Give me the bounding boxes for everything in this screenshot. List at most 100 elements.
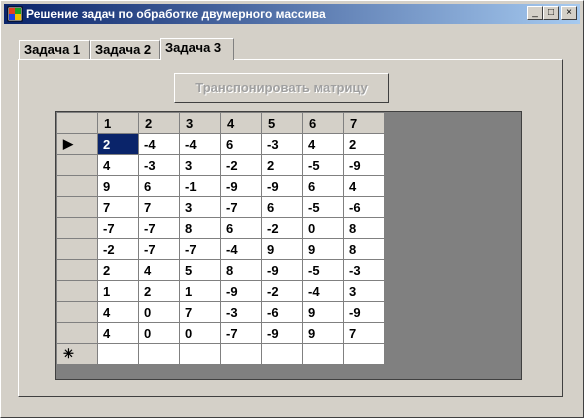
grid-cell[interactable]: 4 (97, 301, 139, 323)
grid-cell[interactable]: 4 (343, 175, 385, 197)
grid-cell[interactable]: 7 (179, 301, 221, 323)
grid-cell[interactable]: -2 (97, 238, 139, 260)
grid-cell[interactable]: -2 (220, 154, 262, 176)
new-row-cell[interactable] (261, 343, 303, 365)
column-header-2[interactable]: 2 (138, 112, 180, 134)
grid-cell[interactable]: 6 (220, 133, 262, 155)
grid-cell[interactable]: 9 (261, 238, 303, 260)
column-header-5[interactable]: 5 (261, 112, 303, 134)
grid-cell[interactable]: 6 (138, 175, 180, 197)
grid-cell[interactable]: 9 (302, 301, 344, 323)
grid-cell[interactable]: 9 (97, 175, 139, 197)
new-row-indicator[interactable]: ✳ (56, 343, 98, 365)
grid-cell[interactable]: 9 (302, 322, 344, 344)
grid-cell[interactable]: 6 (220, 217, 262, 239)
column-header-4[interactable]: 4 (220, 112, 262, 134)
grid-cell[interactable]: -9 (220, 280, 262, 302)
grid-cell[interactable]: -9 (220, 175, 262, 197)
grid-cell[interactable]: 5 (179, 259, 221, 281)
grid-cell[interactable]: 2 (97, 133, 139, 155)
new-row-cell[interactable] (138, 343, 180, 365)
grid-cell[interactable]: -3 (343, 259, 385, 281)
grid-cell[interactable]: 0 (179, 322, 221, 344)
grid-cell[interactable]: 1 (97, 280, 139, 302)
row-header[interactable] (56, 238, 98, 260)
grid-cell[interactable]: 8 (343, 217, 385, 239)
grid-cell[interactable]: 6 (302, 175, 344, 197)
grid-cell[interactable]: -3 (138, 154, 180, 176)
grid-cell[interactable]: 2 (97, 259, 139, 281)
row-header[interactable] (56, 322, 98, 344)
transpose-button[interactable]: Транспонировать матрицу (174, 73, 389, 103)
grid-cell[interactable]: 2 (138, 280, 180, 302)
grid-cell[interactable]: 3 (179, 196, 221, 218)
grid-cell[interactable]: 3 (343, 280, 385, 302)
grid-cell[interactable]: 8 (179, 217, 221, 239)
grid-cell[interactable]: 2 (343, 133, 385, 155)
grid-cell[interactable]: -7 (220, 322, 262, 344)
grid-cell[interactable]: -4 (302, 280, 344, 302)
row-header[interactable] (56, 280, 98, 302)
grid-cell[interactable]: 4 (97, 322, 139, 344)
grid-cell[interactable]: -3 (261, 133, 303, 155)
grid-cell[interactable]: -3 (220, 301, 262, 323)
current-row-indicator[interactable]: ▶ (56, 133, 98, 155)
grid-cell[interactable]: -9 (261, 175, 303, 197)
grid-cell[interactable]: -5 (302, 259, 344, 281)
grid-cell[interactable]: 1 (179, 280, 221, 302)
grid-cell[interactable]: -6 (261, 301, 303, 323)
new-row-cell[interactable] (343, 343, 385, 365)
minimize-button[interactable]: _ (527, 6, 543, 20)
new-row-cell[interactable] (220, 343, 262, 365)
grid-cell[interactable]: -9 (261, 322, 303, 344)
maximize-button[interactable]: □ (543, 6, 559, 20)
grid-cell[interactable]: -7 (97, 217, 139, 239)
grid-cell[interactable]: 9 (302, 238, 344, 260)
grid-cell[interactable]: 7 (97, 196, 139, 218)
close-button[interactable]: × (561, 6, 577, 20)
grid-cell[interactable]: -7 (138, 217, 180, 239)
grid-cell[interactable]: 4 (138, 259, 180, 281)
column-header-7[interactable]: 7 (343, 112, 385, 134)
grid-cell[interactable]: 6 (261, 196, 303, 218)
grid-cell[interactable]: 7 (343, 322, 385, 344)
new-row-cell[interactable] (302, 343, 344, 365)
title-bar[interactable]: Решение задач по обработке двумерного ма… (4, 4, 580, 24)
new-row-cell[interactable] (97, 343, 139, 365)
grid-cell[interactable]: -7 (220, 196, 262, 218)
grid-cell[interactable]: -4 (179, 133, 221, 155)
grid-cell[interactable]: -5 (302, 154, 344, 176)
row-header[interactable] (56, 154, 98, 176)
column-header-6[interactable]: 6 (302, 112, 344, 134)
tab-zadacha-1[interactable]: Задача 1 (19, 40, 90, 59)
grid-cell[interactable]: 8 (220, 259, 262, 281)
column-header-3[interactable]: 3 (179, 112, 221, 134)
row-header[interactable] (56, 175, 98, 197)
data-grid[interactable]: 1 2 3 4 5 6 7 ▶ 2 -4 -4 6 -3 4 2 4 -3 3 -2 2 -5 -9 9 6 -1… (55, 111, 522, 380)
grid-cell[interactable]: -7 (138, 238, 180, 260)
grid-cell[interactable]: 4 (97, 154, 139, 176)
tab-zadacha-3[interactable]: Задача 3 (160, 38, 234, 60)
grid-cell[interactable]: 4 (302, 133, 344, 155)
grid-cell[interactable]: 0 (138, 301, 180, 323)
grid-cell[interactable]: -9 (343, 154, 385, 176)
grid-cell[interactable]: -2 (261, 217, 303, 239)
grid-cell[interactable]: -1 (179, 175, 221, 197)
tab-zadacha-2[interactable]: Задача 2 (90, 40, 160, 59)
grid-cell[interactable]: 8 (343, 238, 385, 260)
grid-cell[interactable]: 0 (138, 322, 180, 344)
column-header-1[interactable]: 1 (97, 112, 139, 134)
row-header[interactable] (56, 301, 98, 323)
row-header[interactable] (56, 196, 98, 218)
grid-cell[interactable]: 7 (138, 196, 180, 218)
grid-cell[interactable]: -2 (261, 280, 303, 302)
grid-cell[interactable]: -4 (220, 238, 262, 260)
grid-cell[interactable]: -9 (343, 301, 385, 323)
row-header[interactable] (56, 217, 98, 239)
grid-cell[interactable]: 2 (261, 154, 303, 176)
grid-cell[interactable]: 3 (179, 154, 221, 176)
grid-cell[interactable]: -6 (343, 196, 385, 218)
new-row-cell[interactable] (179, 343, 221, 365)
grid-cell[interactable]: -7 (179, 238, 221, 260)
grid-cell[interactable]: -9 (261, 259, 303, 281)
